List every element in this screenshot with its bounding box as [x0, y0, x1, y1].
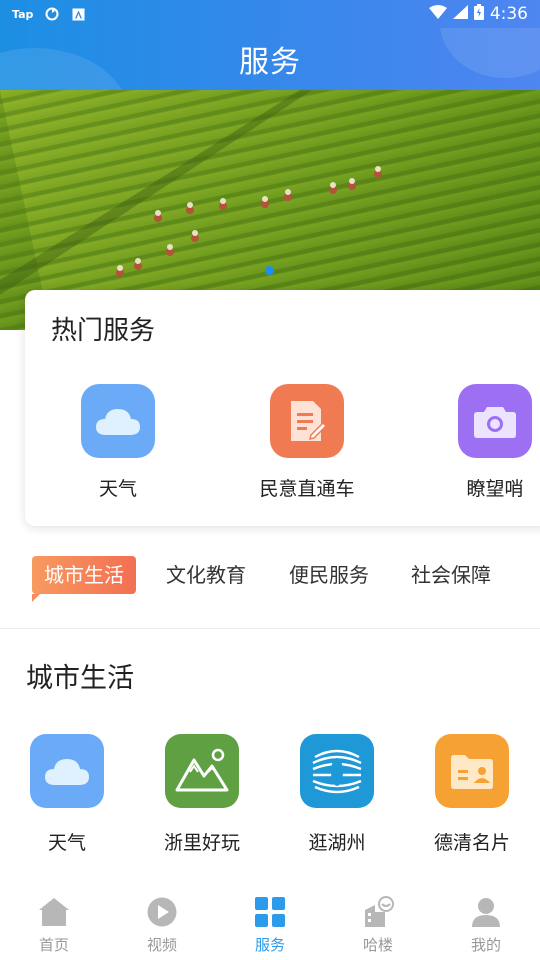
home-icon — [37, 896, 71, 928]
nav-label: 首页 — [38, 936, 69, 954]
nav-home[interactable]: 首页 — [0, 896, 108, 955]
lake-bridge-icon — [300, 734, 374, 808]
service-zheli-fun[interactable]: 浙里好玩 — [135, 734, 269, 855]
hot-service-weather[interactable]: 天气 — [38, 384, 198, 501]
service-label: 天气 — [47, 832, 86, 854]
section-title: 城市生活 — [26, 663, 134, 694]
cloud-icon — [81, 384, 155, 458]
status-bar: Tap 4:36 — [0, 0, 540, 28]
nav-label: 我的 — [470, 936, 501, 954]
tab-convenience[interactable]: 便民服务 — [277, 556, 381, 594]
status-time: 4:36 — [489, 4, 528, 24]
bottom-nav: 首页 视频 服务 哈楼 我的 — [0, 888, 540, 960]
nav-halou[interactable]: 哈楼 — [324, 896, 432, 955]
app-header: 服务 — [0, 28, 540, 90]
nav-video[interactable]: 视频 — [108, 896, 216, 955]
hot-service-watchtower[interactable]: 瞭望哨 — [415, 384, 540, 501]
nav-label: 视频 — [146, 936, 177, 954]
hot-service-label: 天气 — [98, 478, 137, 500]
service-label: 浙里好玩 — [163, 832, 240, 854]
nav-me[interactable]: 我的 — [432, 896, 540, 955]
nav-label: 哈楼 — [362, 936, 393, 954]
nav-label: 服务 — [254, 936, 285, 954]
service-deqing-card[interactable]: 德清名片 — [405, 734, 539, 855]
hot-service-feedback[interactable]: 民意直通车 — [227, 384, 387, 501]
nav-services[interactable]: 服务 — [216, 896, 324, 955]
user-icon — [469, 896, 503, 928]
play-icon — [145, 896, 179, 928]
tab-culture-education[interactable]: 文化教育 — [154, 556, 258, 594]
cloud-icon — [30, 734, 104, 808]
camera-icon — [458, 384, 532, 458]
divider — [0, 628, 540, 629]
document-edit-icon — [270, 384, 344, 458]
signal-icon — [452, 4, 468, 24]
id-card-icon — [435, 734, 509, 808]
tab-city-life[interactable]: 城市生活 — [32, 556, 136, 602]
service-huzhou[interactable]: 逛湖州 — [270, 734, 404, 855]
hot-services-title: 热门服务 — [51, 316, 156, 346]
sync-icon — [45, 7, 59, 21]
hot-service-label: 瞭望哨 — [466, 478, 524, 500]
status-app-label: Tap — [12, 7, 34, 21]
category-tabs: 城市生活 文化教育 便民服务 社会保障 — [0, 552, 540, 602]
wifi-icon — [428, 4, 447, 24]
hot-services-card: 热门服务 天气 民意直通车 瞭望哨 — [25, 290, 540, 526]
service-weather[interactable]: 天气 — [0, 734, 134, 855]
mountain-icon — [165, 734, 239, 808]
app-notification-icon — [71, 7, 85, 21]
battery-icon — [473, 3, 484, 25]
tab-social-security[interactable]: 社会保障 — [399, 556, 503, 594]
building-icon — [361, 896, 395, 928]
service-label: 逛湖州 — [308, 832, 366, 854]
hot-service-label: 民意直通车 — [259, 478, 355, 500]
page-title: 服务 — [239, 45, 301, 80]
service-label: 德清名片 — [433, 832, 510, 854]
grid-icon — [253, 896, 287, 928]
carousel-indicator[interactable] — [265, 266, 274, 275]
